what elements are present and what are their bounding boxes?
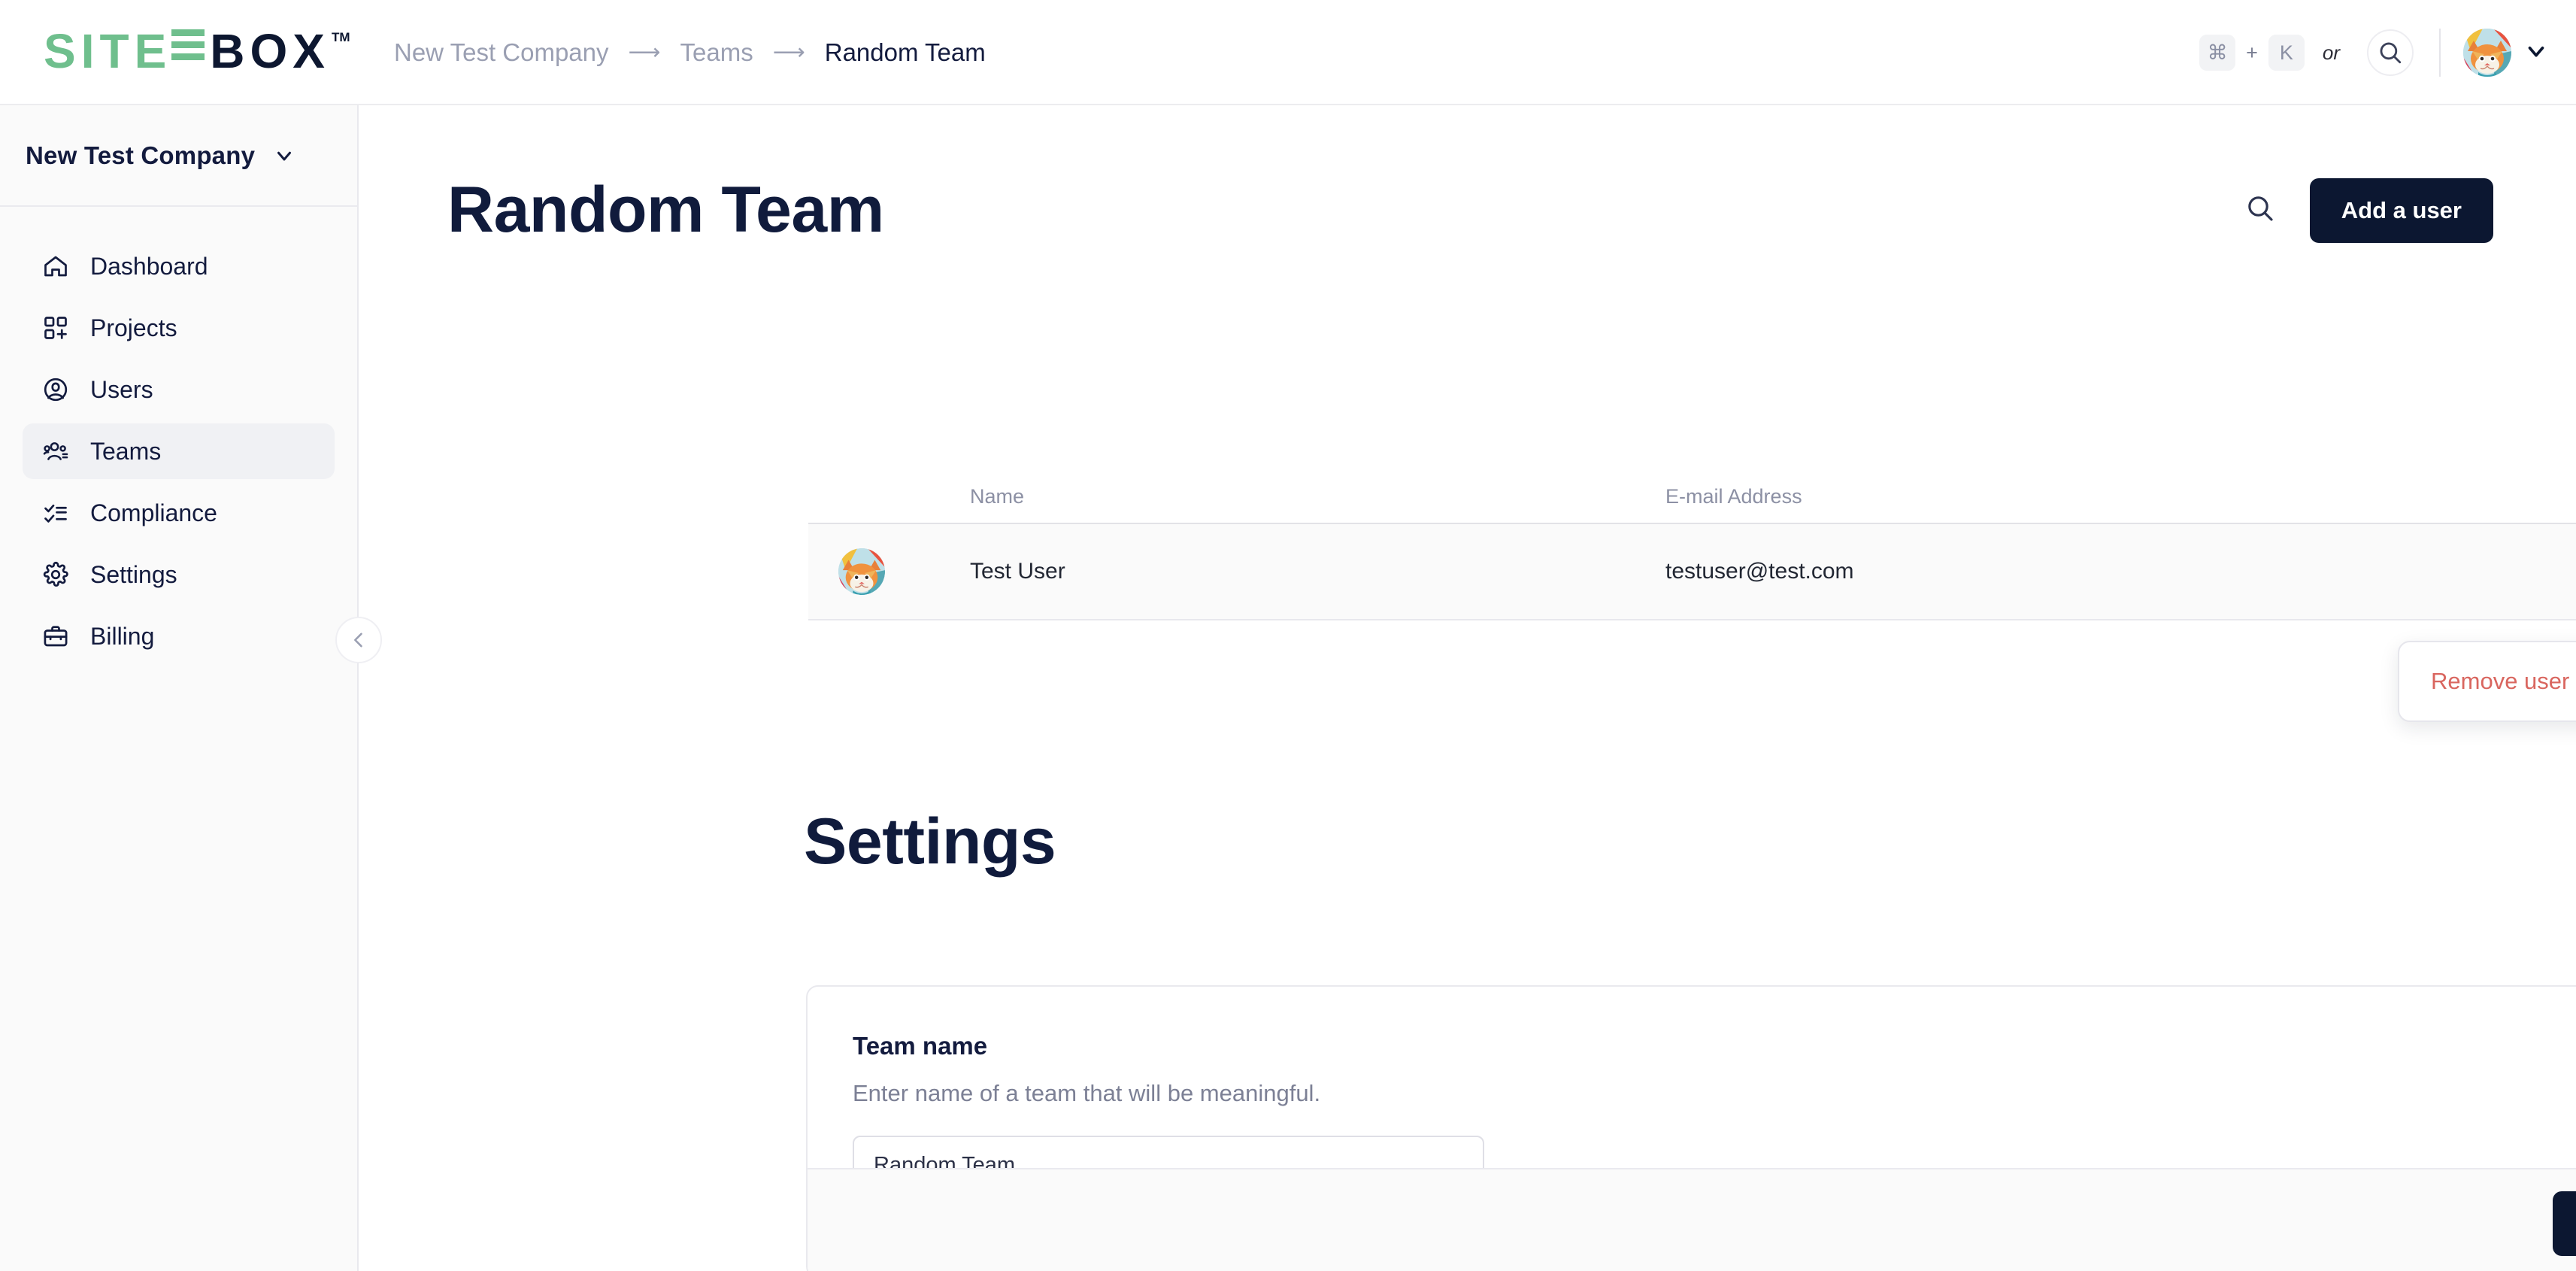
logo-box-text: BOX	[210, 24, 330, 78]
cat-avatar-icon	[2463, 29, 2511, 77]
logo-site-text: SITE	[44, 24, 172, 78]
sidebar-item-projects[interactable]: Projects	[23, 300, 335, 356]
settings-section-title: Settings	[804, 805, 1056, 878]
top-bar-actions: ⌘ + K or	[2199, 0, 2549, 105]
sidebar-item-settings[interactable]: Settings	[23, 547, 335, 602]
sidebar-item-dashboard[interactable]: Dashboard	[23, 238, 335, 294]
page-header: Random Team Add a user	[447, 173, 2493, 247]
team-search-button[interactable]	[2245, 193, 2275, 227]
home-icon	[41, 251, 71, 281]
sidebar-item-label: Teams	[90, 437, 162, 465]
row-email: testuser@test.com	[1665, 559, 1854, 584]
sidebar-item-label: Users	[90, 375, 153, 403]
top-bar: SITE BOX TM New Test Company ⟶ Teams ⟶ R…	[0, 0, 2576, 105]
sidebar-item-compliance[interactable]: Compliance	[23, 485, 335, 541]
team-name-card: Team name Enter name of a team that will…	[806, 985, 2576, 1271]
page-title: Random Team	[447, 174, 884, 246]
account-menu-button[interactable]	[2523, 38, 2549, 68]
plus-symbol: +	[2246, 41, 2258, 64]
chevron-down-icon	[277, 151, 292, 160]
sidebar-item-billing[interactable]: Billing	[23, 608, 335, 664]
sidebar-item-label: Projects	[90, 314, 177, 341]
sitebox-logo[interactable]: SITE BOX TM	[44, 27, 350, 75]
sidebar-item-teams[interactable]: Teams	[23, 423, 335, 479]
team-name-card-body: Team name Enter name of a team that will…	[808, 987, 2576, 1194]
breadcrumb-item-teams[interactable]: Teams	[680, 38, 753, 67]
company-switcher-label: New Test Company	[26, 141, 256, 169]
company-switcher[interactable]: New Test Company	[0, 105, 357, 207]
page-header-actions: Add a user	[2245, 177, 2493, 243]
users-group-icon	[41, 436, 71, 466]
row-name: Test User	[970, 559, 1065, 584]
command-key-icon: ⌘	[2199, 35, 2236, 71]
sidebar-item-label: Compliance	[90, 499, 217, 526]
sidebar-item-users[interactable]: Users	[23, 362, 335, 417]
change-team-name-button[interactable]: Change team name	[2552, 1191, 2576, 1256]
add-user-button[interactable]: Add a user	[2309, 177, 2493, 243]
team-members-table: Name E-mail Address Test User testuser@t…	[808, 470, 2576, 620]
row-avatar-cell	[808, 548, 970, 595]
breadcrumb-item-company[interactable]: New Test Company	[394, 38, 609, 67]
breadcrumb-arrow-icon: ⟶	[772, 40, 805, 65]
logo-equals-mark	[171, 27, 205, 62]
team-name-label: Team name	[853, 1032, 988, 1060]
briefcase-icon	[41, 621, 71, 651]
search-shortcut-hint: ⌘ + K or	[2199, 35, 2346, 71]
or-label: or	[2322, 41, 2340, 64]
sidebar-collapse-button[interactable]	[335, 617, 382, 663]
breadcrumb-item-current: Random Team	[824, 38, 986, 66]
team-name-card-footer: Change team name	[808, 1168, 2576, 1271]
team-name-description: Enter name of a team that will be meanin…	[853, 1080, 1321, 1106]
chevron-down-icon	[2528, 46, 2544, 57]
table-header-row: Name E-mail Address	[808, 470, 2576, 523]
user-circle-icon	[41, 375, 71, 405]
logo-trademark: TM	[331, 30, 350, 44]
gear-icon	[41, 560, 71, 590]
column-header-name: Name	[970, 484, 1025, 508]
k-key: K	[2268, 35, 2305, 71]
search-icon	[2248, 196, 2273, 221]
remove-user-menu-item[interactable]: Remove user	[2431, 668, 2569, 695]
breadcrumb-arrow-icon: ⟶	[628, 40, 661, 65]
avatar[interactable]	[2463, 29, 2511, 77]
global-search-button[interactable]	[2367, 29, 2414, 76]
cat-avatar-icon	[838, 548, 885, 595]
column-header-email: E-mail Address	[1665, 484, 1802, 508]
search-icon	[2380, 42, 2402, 64]
main-content: Random Team Add a user Name E-mail Addre…	[359, 105, 2576, 1271]
chevron-left-icon	[354, 632, 362, 648]
sidebar-item-label: Dashboard	[90, 252, 208, 280]
checklist-icon	[41, 498, 71, 528]
avatar	[838, 548, 885, 595]
breadcrumb: New Test Company ⟶ Teams ⟶ Random Team	[394, 0, 986, 105]
grid-plus-icon	[41, 313, 71, 343]
row-actions-dropdown: Remove user	[2398, 641, 2576, 722]
table-row[interactable]: Test User testuser@test.com	[808, 523, 2576, 620]
sidebar: New Test Company Dashboard Projects User…	[0, 105, 359, 1271]
header-divider	[2439, 29, 2441, 77]
sidebar-nav: Dashboard Projects Users Teams Complianc…	[0, 207, 357, 664]
sidebar-item-label: Settings	[90, 560, 177, 588]
sidebar-item-label: Billing	[90, 622, 155, 650]
